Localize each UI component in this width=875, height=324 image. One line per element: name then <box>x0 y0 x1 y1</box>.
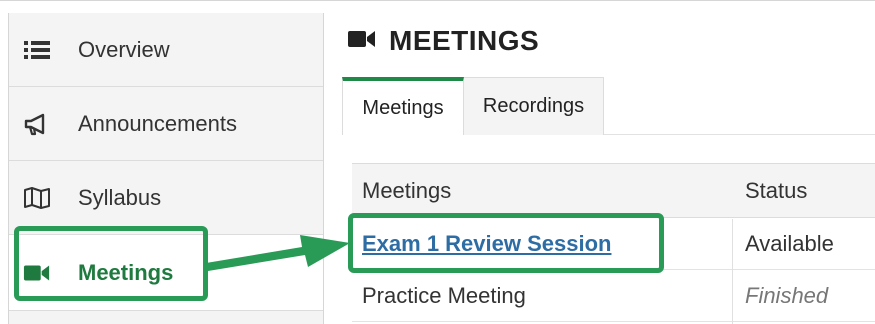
sidebar-item-label: Overview <box>78 36 170 62</box>
sidebar-item-label: Meetings <box>78 259 174 285</box>
table-row: Exam 1 Review Session Available <box>352 218 875 270</box>
tab-recordings[interactable]: Recordings <box>464 77 604 135</box>
sidebar-item-overview[interactable]: Overview <box>9 13 323 87</box>
column-header-meetings: Meetings <box>362 178 452 203</box>
meetings-tabs: Meetings Recordings <box>342 77 604 135</box>
list-icon <box>23 38 51 62</box>
status-cell: Finished <box>745 283 829 308</box>
tab-divider <box>604 134 875 135</box>
video-camera-icon <box>23 261 51 285</box>
sidebar-item-label: Announcements <box>78 110 237 136</box>
table-header: Meetings Status <box>352 163 875 218</box>
meetings-table: Meetings Status Exam 1 Review Session Av… <box>352 163 875 324</box>
meeting-name-practice: Practice Meeting <box>362 283 526 308</box>
course-sidebar: Overview Announcements Syllabus Meetings <box>8 13 324 324</box>
page-title-text: MEETINGS <box>389 25 540 56</box>
sidebar-item-meetings[interactable]: Meetings <box>9 235 323 311</box>
app-frame: Overview Announcements Syllabus Meetings… <box>0 0 875 324</box>
status-cell: Available <box>745 231 834 256</box>
map-icon <box>23 186 51 210</box>
megaphone-icon <box>23 112 51 136</box>
page-title: MEETINGS <box>347 23 539 59</box>
sidebar-item-syllabus[interactable]: Syllabus <box>9 161 323 235</box>
video-camera-icon <box>347 28 377 55</box>
table-row: Practice Meeting Finished <box>352 270 875 322</box>
tab-meetings[interactable]: Meetings <box>342 77 464 135</box>
column-header-status: Status <box>745 178 808 203</box>
sidebar-item-label: Syllabus <box>78 184 162 210</box>
sidebar-item-announcements[interactable]: Announcements <box>9 87 323 161</box>
column-divider <box>732 219 733 324</box>
meeting-link-exam-1-review[interactable]: Exam 1 Review Session <box>362 231 611 257</box>
